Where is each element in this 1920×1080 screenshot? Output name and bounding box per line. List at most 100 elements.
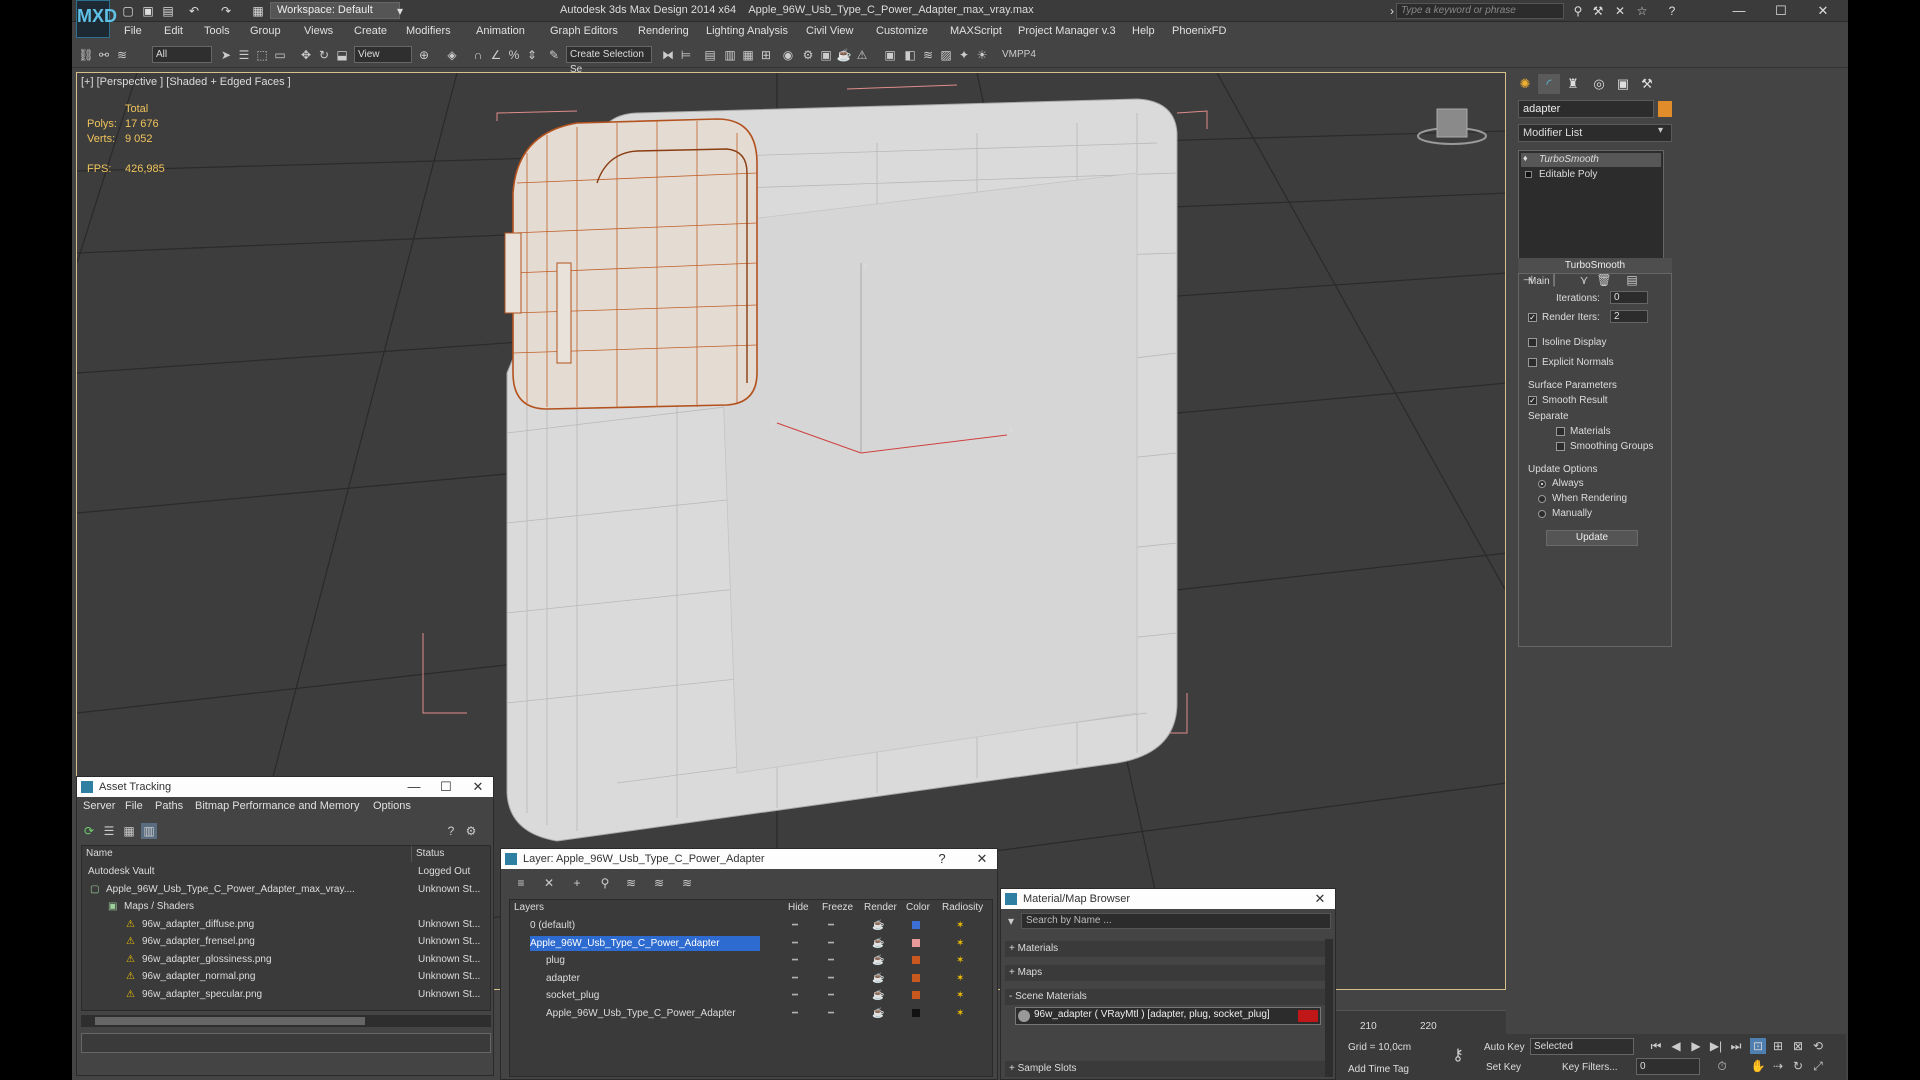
search-input[interactable]: Type a keyword or phrase: [1396, 3, 1564, 19]
project-folder-icon[interactable]: ▦: [250, 3, 266, 19]
render-production-icon[interactable]: ☕: [836, 47, 852, 63]
minimize-icon[interactable]: —: [403, 777, 425, 797]
binoculars-icon[interactable]: ⚲: [1570, 3, 1586, 19]
workspace-dropdown[interactable]: Workspace: Default: [270, 2, 400, 19]
layer-color-swatch[interactable]: [912, 991, 920, 999]
selection-region-icon[interactable]: ⬚: [254, 47, 270, 63]
render-toggle-icon[interactable]: ☕: [872, 953, 884, 968]
modifier-list-dropdown[interactable]: Modifier List: [1518, 124, 1672, 142]
menu-create[interactable]: Create: [354, 25, 387, 37]
bulb-icon[interactable]: ✦: [956, 47, 972, 63]
menu-views[interactable]: Views: [304, 25, 333, 37]
vray-material-icon[interactable]: ▨: [938, 47, 954, 63]
hide-toggle-icon[interactable]: ┅: [792, 918, 798, 933]
warning-icon[interactable]: ⚠: [854, 47, 870, 63]
layer-color-swatch[interactable]: [912, 938, 920, 947]
smoothing-groups-checkbox[interactable]: [1556, 442, 1565, 451]
window-crossing-icon[interactable]: ▭: [272, 47, 288, 63]
column-name-header[interactable]: Name: [82, 846, 412, 862]
render-toggle-icon[interactable]: ☕: [872, 1006, 884, 1021]
browser-options-icon[interactable]: ▾: [1003, 913, 1019, 929]
close-button[interactable]: ✕: [1808, 1, 1838, 21]
rendered-frame-icon[interactable]: ▣: [818, 47, 834, 63]
material-browser-title-bar[interactable]: Material/Map Browser: [1001, 889, 1335, 909]
graphite-tools-icon[interactable]: ▥: [722, 47, 738, 63]
freeze-all-icon[interactable]: ≋: [679, 875, 695, 891]
pivot-center-icon[interactable]: ⊕: [416, 47, 432, 63]
close-icon[interactable]: ✕: [1309, 889, 1331, 909]
angle-snap-icon[interactable]: ∠: [488, 47, 504, 63]
object-color-swatch[interactable]: [1658, 101, 1672, 117]
table-row[interactable]: ⚠ 96w_adapter_diffuse.png Unknown St...: [82, 917, 490, 932]
help-icon[interactable]: ?: [443, 823, 459, 839]
always-radio[interactable]: [1538, 480, 1546, 488]
maps-section[interactable]: + Maps: [1005, 965, 1325, 981]
refresh-icon[interactable]: ⟳: [81, 823, 97, 839]
add-to-layer-icon[interactable]: +: [569, 875, 585, 891]
key-filters-button[interactable]: Key Filters...: [1562, 1062, 1618, 1073]
layer-color-swatch[interactable]: [912, 921, 920, 929]
hide-toggle-icon[interactable]: ┅: [792, 1006, 798, 1021]
current-frame-field[interactable]: 0: [1636, 1058, 1700, 1075]
select-manipulate-icon[interactable]: ◈: [444, 47, 460, 63]
redo-icon[interactable]: ↷: [218, 3, 234, 19]
bind-space-warp-icon[interactable]: ≋: [114, 47, 130, 63]
edit-named-selection-icon[interactable]: ✎: [546, 47, 562, 63]
go-to-start-icon[interactable]: ⏮: [1648, 1038, 1664, 1054]
maximize-icon[interactable]: ☐: [435, 777, 457, 797]
hide-toggle-icon[interactable]: ┅: [792, 971, 798, 986]
freeze-toggle-icon[interactable]: ┅: [828, 936, 834, 951]
display-tab-icon[interactable]: ▣: [1612, 74, 1634, 94]
spinner-snap-icon[interactable]: ⇕: [524, 47, 540, 63]
expand-toggle-icon[interactable]: [1525, 171, 1532, 178]
search-by-name-input[interactable]: Search by Name ...: [1021, 913, 1331, 929]
radiosity-toggle-icon[interactable]: ✶: [956, 936, 964, 951]
freeze-toggle-icon[interactable]: ┅: [828, 918, 834, 933]
table-row[interactable]: ▢ Apple_96W_Usb_Type_C_Power_Adapter_max_…: [82, 882, 490, 897]
materials-section[interactable]: + Materials: [1005, 941, 1325, 957]
sun-icon[interactable]: ☀: [974, 47, 990, 63]
table-row[interactable]: ▣ Maps / Shaders: [82, 899, 490, 914]
menu-maxscript[interactable]: MAXScript: [950, 25, 1002, 37]
lightbulb-icon[interactable]: ♦: [1523, 153, 1528, 163]
render-setup-icon[interactable]: ⚙: [800, 47, 816, 63]
vray-light-icon[interactable]: ≋: [920, 47, 936, 63]
menu-phoenixfd[interactable]: PhoenixFD: [1172, 25, 1226, 37]
close-icon[interactable]: ✕: [971, 849, 993, 869]
sample-slots-section[interactable]: + Sample Slots: [1005, 1061, 1325, 1077]
unlink-icon[interactable]: ⚯: [96, 47, 112, 63]
motion-tab-icon[interactable]: ◎: [1588, 74, 1610, 94]
isoline-display-checkbox[interactable]: [1528, 338, 1537, 347]
align-icon[interactable]: ⊨: [678, 47, 694, 63]
link-icon[interactable]: ⛓: [78, 47, 94, 63]
track-bar[interactable]: 210 220: [1336, 1010, 1506, 1034]
scene-materials-section[interactable]: - Scene Materials: [1005, 989, 1325, 1005]
rotate-icon[interactable]: ↻: [316, 47, 332, 63]
utilities-tab-icon[interactable]: ⚒: [1636, 74, 1658, 94]
list-view-icon[interactable]: ☰: [101, 823, 117, 839]
table-row[interactable]: ⚠ 96w_adapter_specular.png Unknown St...: [82, 987, 490, 1002]
create-tab-icon[interactable]: ✺: [1514, 74, 1536, 94]
layer-row[interactable]: 0 (default) ┅ ┅ ☕ ✶: [510, 918, 992, 933]
modify-tab-icon[interactable]: ◜: [1538, 74, 1560, 94]
hierarchy-tab-icon[interactable]: ♜: [1562, 74, 1584, 94]
menu-civil-view[interactable]: Civil View: [806, 25, 853, 37]
freeze-toggle-icon[interactable]: ┅: [828, 953, 834, 968]
add-time-tag[interactable]: Add Time Tag: [1348, 1064, 1409, 1075]
maximize-viewport-icon[interactable]: ⤢: [1810, 1058, 1826, 1074]
x-icon[interactable]: ✕: [1612, 3, 1628, 19]
hide-toggle-icon[interactable]: ┅: [792, 936, 798, 951]
menu-tools[interactable]: Tools: [204, 25, 230, 37]
vray-icon[interactable]: ◧: [902, 47, 918, 63]
layer-row[interactable]: socket_plug ┅ ┅ ☕ ✶: [510, 988, 992, 1003]
layer-dialog-title-bar[interactable]: Layer: Apple_96W_Usb_Type_C_Power_Adapte…: [501, 849, 997, 869]
layer-color-swatch[interactable]: [912, 973, 920, 982]
menu-edit[interactable]: Edit: [164, 25, 183, 37]
schematic-view-icon[interactable]: ⊞: [758, 47, 774, 63]
pan-icon[interactable]: ✋: [1750, 1058, 1766, 1074]
play-icon[interactable]: ▶: [1688, 1038, 1704, 1054]
radiosity-toggle-icon[interactable]: ✶: [956, 953, 964, 968]
save-icon[interactable]: ▤: [160, 3, 176, 19]
freeze-toggle-icon[interactable]: ┅: [828, 1006, 834, 1021]
select-by-name-icon[interactable]: ☰: [236, 47, 252, 63]
